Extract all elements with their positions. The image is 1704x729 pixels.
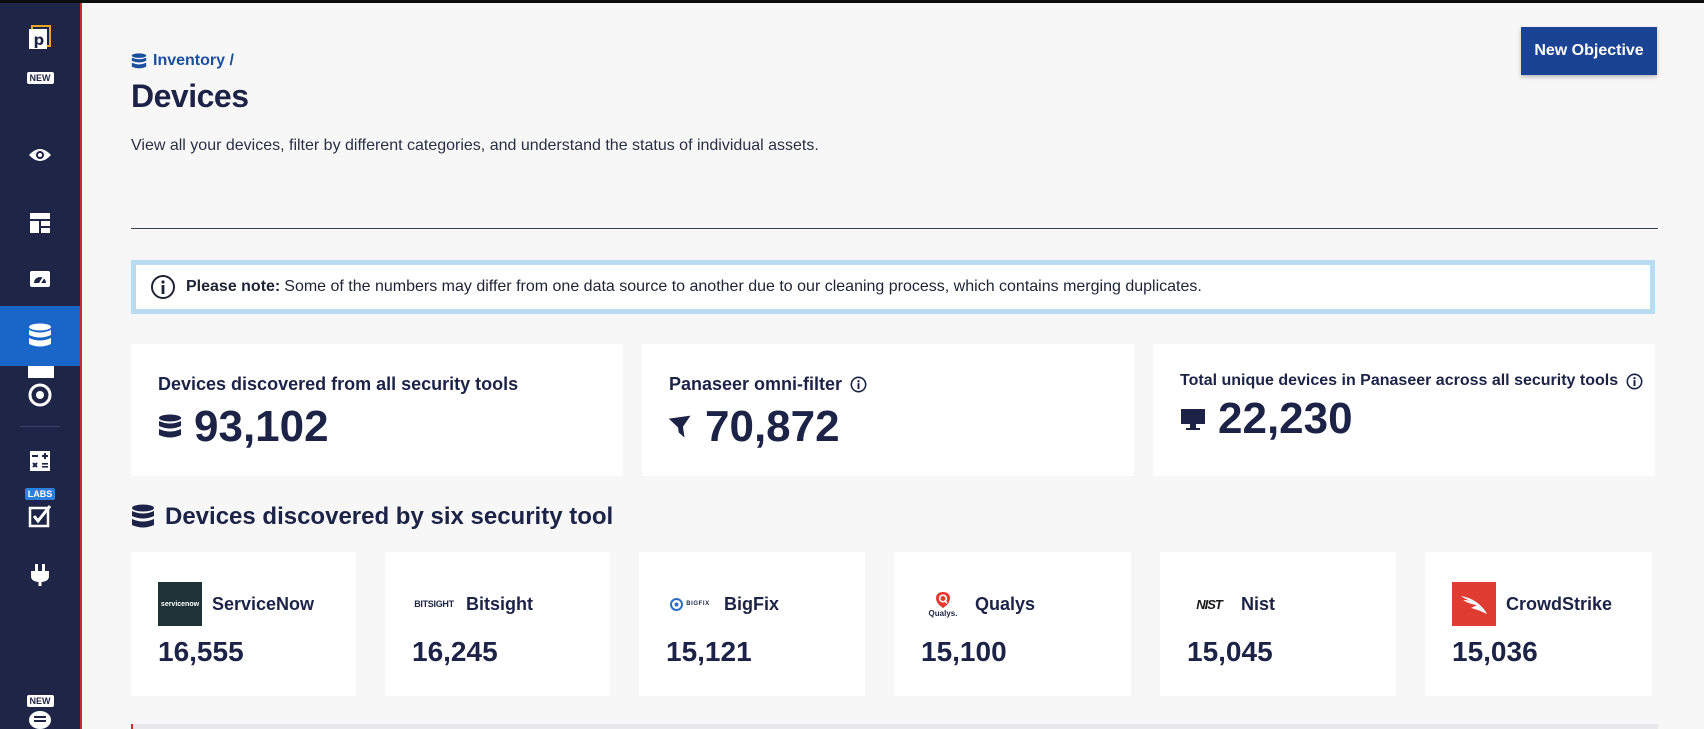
tool-card-bitsight[interactable]: BITSIGHT Bitsight 16,245 [385, 552, 610, 696]
tool-name: CrowdStrike [1506, 593, 1613, 614]
page-title: Devices [131, 78, 249, 114]
window-top-bar [0, 0, 1704, 3]
info-icon[interactable] [1626, 373, 1643, 390]
database-icon [159, 414, 181, 438]
section-title-text: Devices discovered by six security tool [165, 503, 614, 530]
stat-card-omni-filter: Panaseer omni-filter 70,872 [642, 344, 1134, 476]
tool-count: 16,245 [412, 636, 498, 667]
chat-icon [29, 711, 51, 729]
servicenow-logo: servicenow [158, 582, 202, 626]
stat-label: Devices discovered from all security too… [158, 374, 519, 394]
info-icon [150, 274, 176, 300]
sidebar-item-objectives[interactable] [0, 381, 80, 409]
header-divider [131, 228, 1658, 229]
stat-value: 93,102 [194, 402, 329, 451]
breadcrumb-inventory-link[interactable]: Inventory / [153, 52, 234, 70]
tool-card-servicenow[interactable]: servicenow ServiceNow 16,555 [131, 552, 356, 696]
crowdstrike-logo [1452, 582, 1496, 626]
breadcrumb[interactable]: Inventory / [131, 52, 234, 70]
next-section-edge [131, 724, 1658, 729]
tool-name: Nist [1241, 593, 1276, 614]
sidebar-item-metrics[interactable] [0, 265, 80, 293]
new-objective-button[interactable]: New Objective [1521, 27, 1657, 75]
checkbox-icon [28, 505, 52, 528]
tool-name: BigFix [724, 593, 780, 614]
sidebar-item-overview[interactable] [0, 141, 80, 169]
note-text: Some of the numbers may differ from one … [284, 278, 1202, 295]
tool-count: 15,045 [1187, 636, 1273, 667]
plug-icon [31, 564, 49, 586]
bitsight-logo: BITSIGHT [414, 599, 454, 609]
tool-card-bigfix[interactable]: BIGFIX BigFix 15,121 [639, 552, 865, 696]
stat-label: Total unique devices in Panaseer across … [1180, 372, 1619, 389]
tool-card-crowdstrike[interactable]: CrowdStrike 15,036 [1425, 552, 1652, 696]
database-icon [132, 504, 154, 528]
tool-count: 16,555 [158, 636, 244, 667]
note-label: Please note: [186, 278, 281, 295]
new-badge: NEW [26, 72, 54, 84]
stat-value: 22,230 [1218, 394, 1353, 443]
stat-label: Panaseer omni-filter [669, 374, 843, 394]
bigfix-mark-icon [670, 597, 684, 611]
info-note: Please note: Some of the numbers may dif… [131, 260, 1655, 314]
app-logo[interactable]: p [0, 23, 80, 53]
stat-value: 70,872 [705, 402, 840, 451]
sidebar-item-dashboards[interactable] [0, 209, 80, 237]
sidebar-item-tasks[interactable] [0, 502, 80, 530]
dashboard-icon [30, 213, 50, 233]
eye-icon [29, 149, 51, 161]
sidebar-item-chat[interactable] [0, 709, 80, 729]
svg-text:p: p [34, 31, 45, 49]
tool-name: Bitsight [466, 593, 533, 614]
info-icon[interactable] [850, 376, 867, 393]
filter-icon [669, 415, 691, 438]
tool-card-qualys[interactable]: Qualys. Qualys 15,100 [894, 552, 1131, 696]
tool-name: ServiceNow [212, 593, 315, 614]
tool-card-nist[interactable]: NIST Nist 15,045 [1160, 552, 1396, 696]
target-icon [28, 383, 52, 407]
database-icon [29, 323, 51, 347]
sidebar-item-calculator[interactable] [0, 447, 80, 475]
falcon-icon [1461, 596, 1487, 614]
labs-badge: LABS [24, 488, 56, 500]
sidebar-divider [20, 426, 60, 427]
tool-count: 15,036 [1452, 636, 1538, 667]
sidebar-item-integrations[interactable] [0, 561, 80, 589]
tool-name: Qualys [975, 593, 1036, 614]
qualys-shield-icon [936, 591, 950, 608]
monitor-icon [1181, 409, 1205, 430]
page-description: View all your devices, filter by differe… [131, 137, 819, 154]
bigfix-logo: BIGFIX [666, 582, 714, 626]
nist-logo: NIST [1196, 596, 1223, 612]
new-badge-bottom: NEW [26, 695, 54, 707]
sidebar: p NEW LABS NEW [0, 3, 82, 729]
stat-card-all-devices: Devices discovered from all security too… [131, 344, 623, 476]
tool-count: 15,121 [666, 636, 752, 667]
stat-card-unique-devices: Total unique devices in Panaseer across … [1153, 344, 1655, 476]
panaseer-logo-icon: p [29, 25, 51, 49]
gauge-icon [30, 271, 50, 287]
tool-count: 15,100 [921, 636, 1007, 667]
qualys-logo: Qualys. [921, 582, 965, 626]
section-title: Devices discovered by six security tool [131, 503, 613, 531]
database-icon [131, 52, 147, 68]
calculator-icon [30, 451, 50, 471]
